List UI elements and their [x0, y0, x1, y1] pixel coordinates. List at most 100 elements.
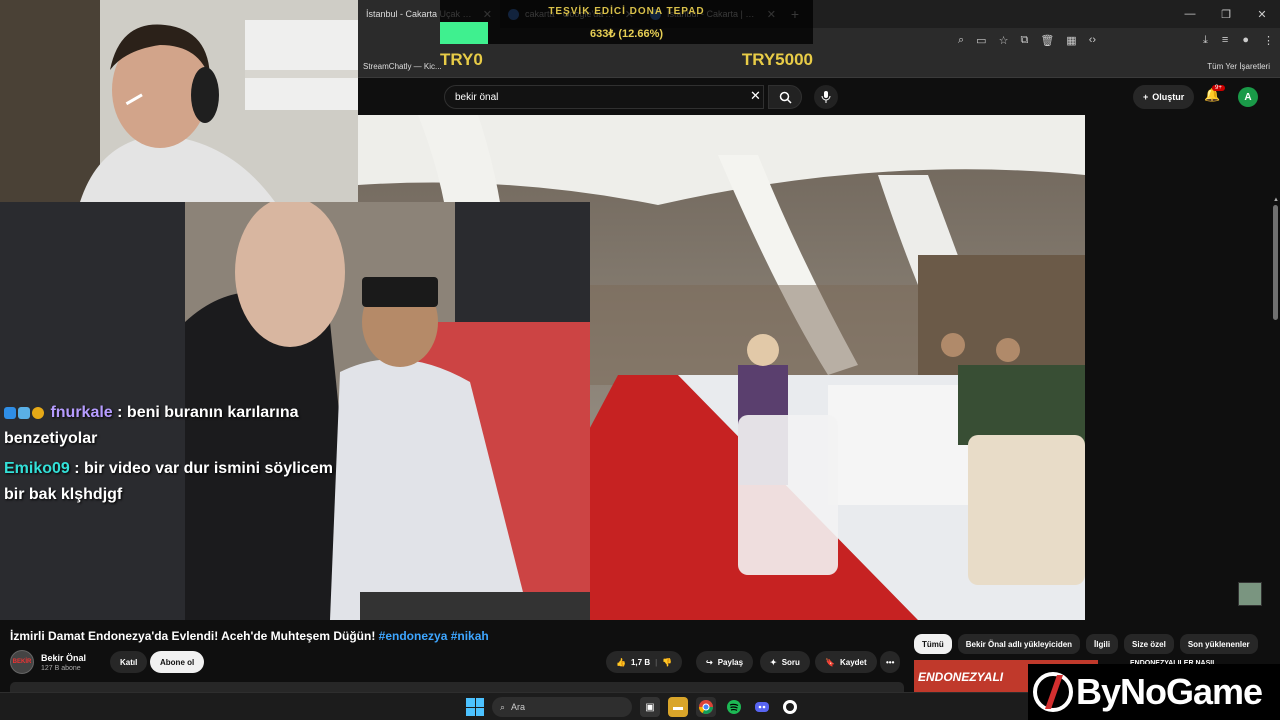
ask-button[interactable]: ✦ Soru	[760, 651, 810, 673]
google-icon	[650, 8, 661, 20]
chat-message: fnurkale : beni buranın karılarına benze…	[4, 404, 299, 447]
chat-badge-icon	[32, 406, 44, 419]
video-title: İzmirli Damat Endonezya'da Evlendi! Aceh…	[10, 629, 489, 643]
subscribe-button[interactable]: Abone ol	[150, 651, 205, 673]
bookmark-icon: 🔖	[825, 657, 835, 667]
chip-for-you[interactable]: Size özel	[1124, 634, 1174, 654]
menu-icon[interactable]: ⋮	[1263, 34, 1274, 47]
taskbar-search[interactable]: ⌕ Ara	[492, 697, 632, 717]
chat-text: beni buranın karılarına benzetiyolar	[4, 404, 299, 447]
description-box[interactable]	[10, 682, 904, 692]
queue-icon[interactable]: ≡	[1222, 34, 1228, 47]
share-label: Paylaş	[717, 657, 744, 667]
cast-icon[interactable]: ▭	[976, 34, 986, 47]
like-button[interactable]: 👍 1,7 B | 👎	[606, 651, 683, 673]
extensions-icon[interactable]: ⧉	[1020, 34, 1028, 47]
tab-label: cakarta - Google'da Ara	[525, 9, 619, 19]
tab-label: İstanbul - Cakarta | Google Uçuş	[667, 9, 761, 19]
thumbnail-text: ENDONEZYALI	[918, 670, 1004, 684]
window-controls: — ❐ ✕	[1172, 0, 1280, 28]
account-avatar[interactable]: A	[1238, 87, 1258, 107]
taskbar-search-placeholder: Ara	[511, 702, 526, 712]
plus-icon: +	[1143, 92, 1149, 102]
search-icon: ⌕	[500, 701, 506, 712]
sidebar-area: ▲	[1085, 115, 1280, 620]
create-button[interactable]: + Oluştur	[1133, 85, 1195, 109]
code-icon[interactable]: ‹›	[1089, 34, 1096, 47]
spotify-icon[interactable]	[724, 697, 744, 717]
channel-info: BEKİR Bekir Önal 127 B abone	[10, 650, 86, 674]
start-icon[interactable]	[466, 698, 484, 716]
trash-icon[interactable]: 🗑	[1040, 34, 1054, 47]
tab-flight-search[interactable]: İstanbul - Cakarta Uçak Seferi ✕	[358, 0, 500, 28]
chip-recent[interactable]: Son yüklenenler	[1179, 634, 1258, 654]
video-hashtags[interactable]: #endonezya #nikah	[379, 629, 489, 643]
restore-icon[interactable]: ❐	[1208, 0, 1244, 28]
chip-related[interactable]: İlgili	[1086, 634, 1119, 654]
like-count: 1,7 B	[630, 657, 651, 667]
chat-overlay: fnurkale : beni buranın karılarına benze…	[0, 400, 358, 508]
zoom-icon[interactable]: ⌕	[958, 34, 964, 47]
microphone-icon	[821, 91, 831, 103]
discord-icon[interactable]	[752, 697, 772, 717]
webcam-overlay	[0, 0, 358, 202]
all-bookmarks[interactable]: Tüm Yer İşaretleri	[1207, 62, 1270, 71]
streamer-webcam	[0, 0, 358, 202]
chat-badge-icon	[4, 406, 16, 419]
channel-avatar[interactable]: BEKİR	[10, 650, 34, 674]
tab-google-flights[interactable]: İstanbul - Cakarta | Google Uçuş ✕	[642, 0, 784, 28]
taskbar-items: ⌕ Ara ▣ ▬	[466, 697, 800, 717]
mini-avatar-thumbnail	[1238, 582, 1262, 606]
share-icon: ↪	[706, 657, 713, 667]
voice-search-button[interactable]	[814, 85, 838, 109]
join-button[interactable]: Katıl	[110, 651, 148, 673]
download-icon[interactable]: ⤓	[1203, 34, 1208, 47]
channel-name[interactable]: Bekir Önal	[41, 653, 86, 663]
chip-from-uploader[interactable]: Bekir Önal adlı yükleyiciden	[957, 634, 1081, 654]
bynogame-logo: ByNoGame	[1028, 664, 1280, 720]
notification-count-badge: 9+	[1212, 85, 1225, 91]
youtube-header: bekir önal ✕ + Oluştur 🔔 9+ A	[358, 79, 1280, 115]
thumbs-down-icon[interactable]: 👎	[662, 658, 672, 667]
more-actions-button[interactable]: •••	[880, 651, 901, 673]
bookmark-streamchatly[interactable]: StreamChatly — Kic...	[363, 62, 442, 71]
chat-message: Emiko09 : bir video var dur ismini söyli…	[4, 460, 334, 503]
bookmark-star-icon[interactable]: ☆	[999, 34, 1009, 47]
scroll-up-icon[interactable]: ▲	[1273, 197, 1279, 203]
video-title-text: İzmirli Damat Endonezya'da Evlendi! Aceh…	[10, 629, 376, 643]
search-button[interactable]	[768, 85, 802, 109]
close-icon[interactable]: ✕	[767, 8, 776, 21]
google-icon	[508, 8, 519, 20]
close-icon[interactable]: ✕	[625, 8, 634, 21]
share-button[interactable]: ↪ Paylaş	[696, 651, 754, 673]
omnibox-actions: ⌕ ▭ ☆ ⧉ 🗑 ▦ ‹›	[958, 34, 1096, 47]
task-view-icon[interactable]: ▣	[640, 697, 660, 717]
minimize-icon[interactable]: —	[1172, 0, 1208, 28]
grid-icon[interactable]: ▦	[1066, 34, 1076, 47]
chat-badge-icon	[18, 406, 30, 419]
ask-label: Soru	[781, 657, 800, 667]
tab-label: İstanbul - Cakarta Uçak Seferi	[366, 9, 477, 19]
chat-username: fnurkale	[50, 404, 113, 421]
file-explorer-icon[interactable]: ▬	[668, 697, 688, 717]
github-icon[interactable]	[780, 697, 800, 717]
clear-search-icon[interactable]: ✕	[750, 88, 761, 104]
profile-icon[interactable]: ●	[1242, 34, 1249, 47]
tab-google-search[interactable]: cakarta - Google'da Ara ✕	[500, 0, 642, 28]
chrome-icon[interactable]	[696, 697, 716, 717]
create-label: Oluştur	[1152, 92, 1185, 102]
close-window-icon[interactable]: ✕	[1244, 0, 1280, 28]
chat-username: Emiko09	[4, 460, 70, 477]
close-icon[interactable]: ✕	[483, 8, 492, 21]
chip-all[interactable]: Tümü	[914, 634, 952, 654]
subscriber-count: 127 B abone	[41, 664, 81, 672]
toolbar-icons: ⤓ ≡ ● ⋮	[1203, 34, 1274, 47]
screen: { "browser": { "tabs": [ {"label": "İsta…	[0, 0, 1280, 720]
search-input[interactable]: bekir önal	[444, 85, 764, 109]
sparkle-icon: ✦	[770, 657, 777, 667]
bynogame-logo-mark	[1033, 672, 1073, 712]
bynogame-logo-text: ByNoGame	[1076, 671, 1263, 712]
new-tab-button[interactable]: +	[784, 6, 806, 22]
save-button[interactable]: 🔖 Kaydet	[815, 651, 877, 673]
scrollbar[interactable]	[1273, 205, 1278, 320]
